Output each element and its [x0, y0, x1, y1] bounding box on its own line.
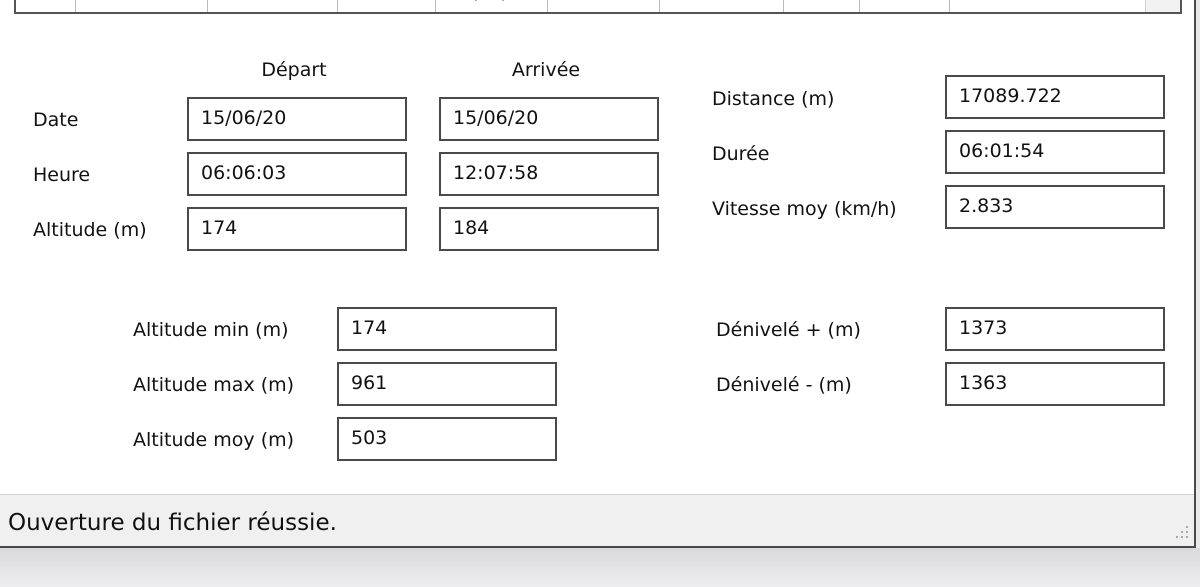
arrivee-date-field[interactable]: 15/06/20 — [439, 97, 659, 141]
vitesse-label: Vitesse moy (km/h) — [712, 198, 897, 220]
arrivee-header: Arrivée — [511, 59, 581, 81]
track-points-table[interactable]: 20 45.2922319 5.8595558 195 15/06/20 06:… — [14, 0, 1182, 14]
denivele-plus-label: Dénivelé + (m) — [716, 319, 861, 341]
resize-grip-icon[interactable] — [1176, 526, 1190, 540]
status-bar: Ouverture du fichier réussie. — [0, 494, 1194, 546]
depart-date-field[interactable]: 15/06/20 — [187, 97, 407, 141]
duree-field[interactable]: 06:01:54 — [945, 130, 1165, 174]
altitude-moy-field[interactable]: 503 — [337, 417, 557, 461]
desktop-background — [0, 548, 1200, 587]
table-cell: 195 — [338, 0, 436, 12]
arrivee-heure-field[interactable]: 12:07:58 — [439, 152, 659, 196]
depart-heure-field[interactable]: 06:06:03 — [187, 152, 407, 196]
heure-label: Heure — [33, 164, 91, 186]
altitude-max-label: Altitude max (m) — [133, 374, 295, 396]
table-cell: 45.2922319 — [76, 0, 208, 12]
altitude-label: Altitude (m) — [33, 219, 147, 241]
altitude-max-field[interactable]: 961 — [337, 362, 557, 406]
date-label: Date — [33, 109, 79, 131]
table-cell: 20 — [16, 0, 76, 12]
table-cell: 4.614 — [784, 0, 860, 12]
main-window: 20 45.2922319 5.8595558 195 15/06/20 06:… — [0, 0, 1196, 548]
table-row[interactable]: 20 45.2922319 5.8595558 195 15/06/20 06:… — [16, 0, 950, 12]
status-message: Ouverture du fichier réussie. — [8, 510, 337, 536]
distance-label: Distance (m) — [712, 88, 835, 110]
table-cell: 15/06/20 — [436, 0, 548, 12]
altitude-moy-label: Altitude moy (m) — [133, 429, 295, 451]
duree-label: Durée — [712, 143, 770, 165]
table-scrollbar[interactable]: ▼ — [1145, 0, 1180, 12]
table-cell: 18.950 — [660, 0, 784, 12]
table-cell: 20310 — [860, 0, 950, 12]
depart-altitude-field[interactable]: 174 — [187, 207, 407, 251]
altitude-min-label: Altitude min (m) — [133, 319, 289, 341]
altitude-min-field[interactable]: 174 — [337, 307, 557, 351]
denivele-minus-label: Dénivelé - (m) — [716, 374, 852, 396]
distance-field[interactable]: 17089.722 — [945, 75, 1165, 119]
depart-header: Départ — [261, 59, 327, 81]
arrivee-altitude-field[interactable]: 184 — [439, 207, 659, 251]
table-cell: 5.8595558 — [208, 0, 338, 12]
table-cell: 06:11:19 — [548, 0, 660, 12]
denivele-plus-field[interactable]: 1373 — [945, 307, 1165, 351]
vitesse-field[interactable]: 2.833 — [945, 185, 1165, 229]
denivele-minus-field[interactable]: 1363 — [945, 362, 1165, 406]
